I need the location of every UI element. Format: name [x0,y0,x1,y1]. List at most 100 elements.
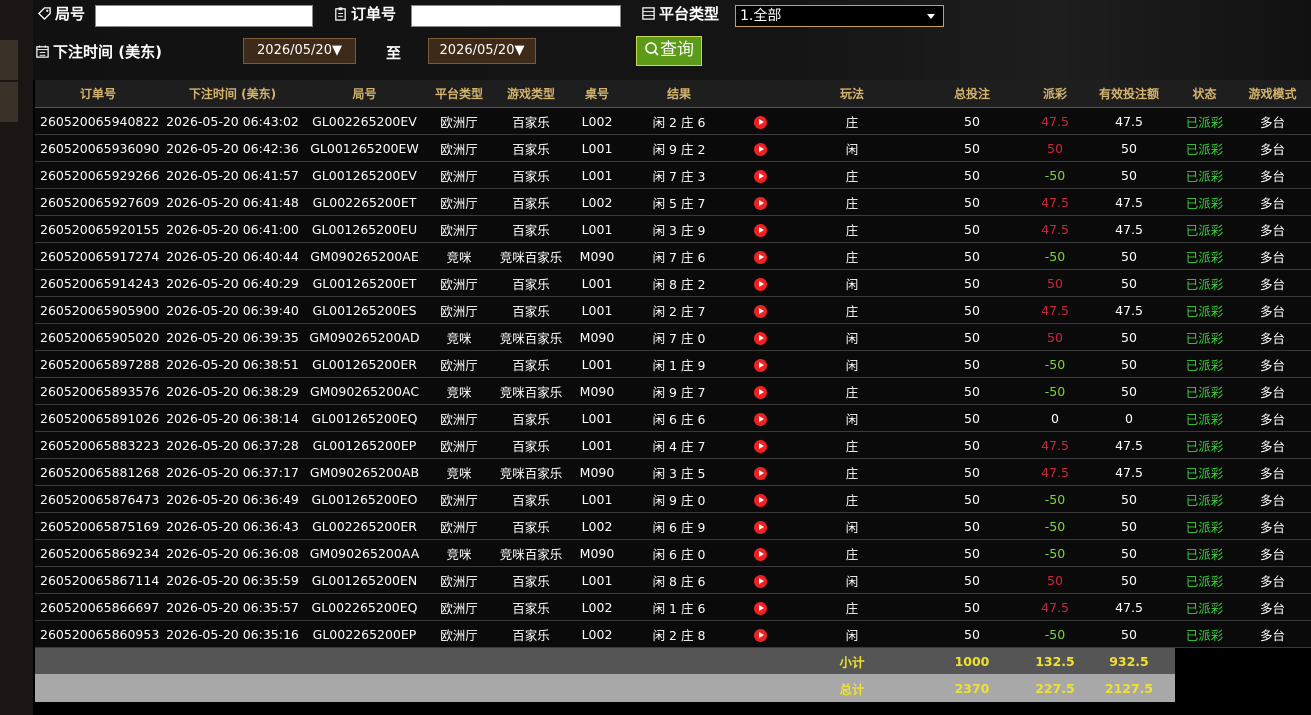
play-video-cell[interactable] [733,431,787,459]
order-no-cell[interactable]: 260520065866697 [35,593,161,621]
play-icon[interactable] [753,466,767,480]
platform-cell: 竞咪 [425,539,493,567]
play-video-cell[interactable] [733,269,787,297]
platform-cell: 欧洲厅 [425,593,493,621]
play-icon[interactable] [753,520,767,534]
order-no-cell[interactable]: 260520065897288 [35,350,161,378]
play-video-cell[interactable] [733,296,787,324]
play-video-cell[interactable] [733,323,787,351]
play-icon[interactable] [753,493,767,507]
play-video-cell[interactable] [733,134,787,162]
play-video-cell[interactable] [733,404,787,432]
payout-cell: -50 [1027,539,1083,567]
play-video-cell[interactable] [733,350,787,378]
col-header: 平台类型 [425,80,493,108]
play-icon[interactable] [753,142,767,156]
query-button[interactable]: 查询 [636,36,702,66]
order-no-cell[interactable]: 260520065883223 [35,431,161,459]
result-cell: 闲 6 庄 9 [625,512,733,540]
play-icon[interactable] [753,250,767,264]
play-video-cell[interactable] [733,107,787,135]
order-no-cell[interactable]: 260520065893576 [35,377,161,405]
result-cell: 闲 9 庄 2 [625,134,733,162]
play-video-cell[interactable] [733,188,787,216]
order-no-cell[interactable]: 260520065917274 [35,242,161,270]
valid-bet-cell: 47.5 [1083,458,1175,486]
bet-time-cell: 2026-05-20 06:35:59 [161,566,304,594]
play-icon[interactable] [753,331,767,345]
order-no-cell[interactable]: 260520065920155 [35,215,161,243]
order-no-cell[interactable]: 260520065891026 [35,404,161,432]
bet-type-cell: 庄 [787,188,917,216]
order-no-cell[interactable]: 260520065875169 [35,512,161,540]
play-video-cell[interactable] [733,242,787,270]
play-icon[interactable] [753,385,767,399]
play-video-cell[interactable] [733,485,787,513]
play-icon[interactable] [753,628,767,642]
play-icon[interactable] [753,277,767,291]
play-icon[interactable] [753,547,767,561]
game-mode-cell: 多台 [1234,566,1311,594]
table-no-cell: M090 [569,539,625,567]
play-icon[interactable] [753,115,767,129]
order-no-cell[interactable]: 260520065927609 [35,188,161,216]
result-cell: 闲 2 庄 6 [625,107,733,135]
play-icon[interactable] [753,169,767,183]
play-video-cell[interactable] [733,161,787,189]
order-no-cell[interactable]: 260520065860953 [35,620,161,648]
payout-cell: -50 [1027,620,1083,648]
order-no-cell[interactable]: 260520065876473 [35,485,161,513]
play-video-cell[interactable] [733,566,787,594]
play-video-cell[interactable] [733,539,787,567]
table-no-cell: L001 [569,134,625,162]
result-cell: 闲 7 庄 6 [625,242,733,270]
blank-cell [35,647,787,674]
play-video-cell[interactable] [733,593,787,621]
order-no-cell[interactable]: 260520065881268 [35,458,161,486]
date-from-picker[interactable]: 2026/05/20▼ [243,38,356,64]
date-to-picker[interactable]: 2026/05/20▼ [428,38,536,64]
bet-type-cell: 闲 [787,134,917,162]
play-icon[interactable] [753,223,767,237]
total-bet-cell: 50 [917,350,1027,378]
play-icon[interactable] [753,439,767,453]
bet-time-cell: 2026-05-20 06:35:57 [161,593,304,621]
order-no-cell[interactable]: 260520065905900 [35,296,161,324]
game-no-filter: 局号 [37,3,85,24]
payout-cell: -50 [1027,350,1083,378]
order-no-cell[interactable]: 260520065940822 [35,107,161,135]
game-no-input[interactable] [95,5,313,27]
order-no-input[interactable] [411,5,621,27]
game-no-cell: GM090265200AB [304,458,425,486]
play-video-cell[interactable] [733,215,787,243]
order-no-cell[interactable]: 260520065905020 [35,323,161,351]
play-icon[interactable] [753,358,767,372]
order-no-cell[interactable]: 260520065929266 [35,161,161,189]
game-type-cell: 百家乐 [493,485,569,513]
play-video-cell[interactable] [733,512,787,540]
bet-type-cell: 闲 [787,566,917,594]
game-type-cell: 竞咪百家乐 [493,458,569,486]
table-row: 260520065893576 2026-05-20 06:38:29 GM0902… [35,377,1311,405]
play-icon[interactable] [753,601,767,615]
platform-select[interactable]: 1.全部 [735,5,944,27]
order-no-cell[interactable]: 260520065914243 [35,269,161,297]
bet-type-cell: 庄 [787,431,917,459]
order-no-cell[interactable]: 260520065869234 [35,539,161,567]
game-type-cell: 百家乐 [493,620,569,648]
play-icon[interactable] [753,574,767,588]
game-mode-cell: 多台 [1234,431,1311,459]
play-video-cell[interactable] [733,620,787,648]
game-mode-cell: 多台 [1234,350,1311,378]
game-no-cell: GL001265200ET [304,269,425,297]
play-icon[interactable] [753,304,767,318]
play-icon[interactable] [753,196,767,210]
play-video-cell[interactable] [733,458,787,486]
table-row: 260520065866697 2026-05-20 06:35:57 GL0022… [35,593,1311,621]
play-video-cell[interactable] [733,377,787,405]
play-icon[interactable] [753,412,767,426]
table-no-cell: L001 [569,566,625,594]
blank-cell [35,674,787,702]
order-no-cell[interactable]: 260520065936090 [35,134,161,162]
order-no-cell[interactable]: 260520065867114 [35,566,161,594]
